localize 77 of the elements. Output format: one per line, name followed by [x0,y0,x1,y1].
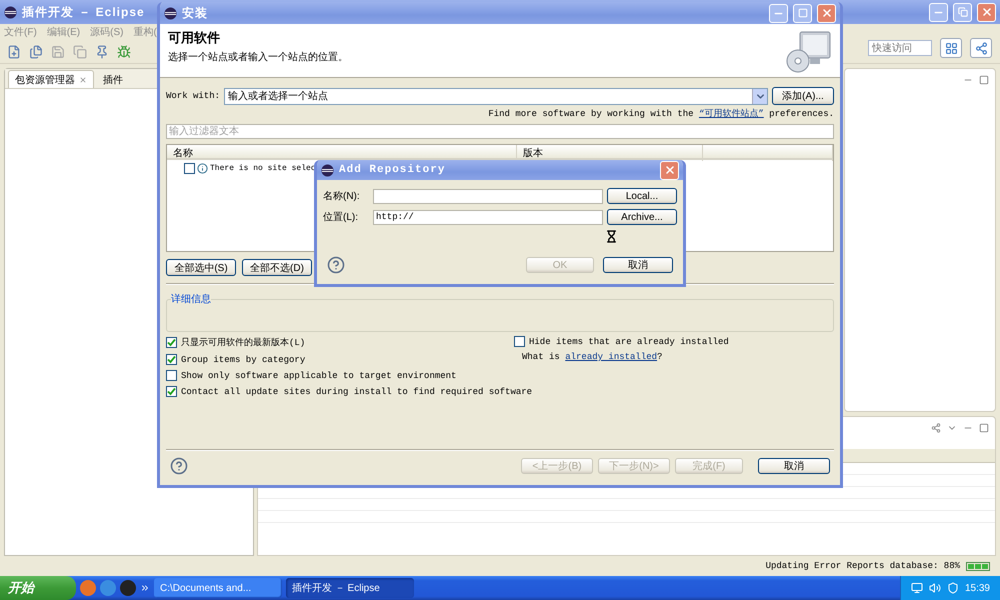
checkbox[interactable] [166,337,177,348]
files-icon[interactable] [28,44,44,60]
taskbar-button[interactable]: 插件开发 － Eclipse [286,578,414,598]
add-button[interactable]: 添加(A)... [772,87,834,105]
dialog-title: 安装 [182,4,208,22]
eclipse-logo-icon [164,6,177,20]
close-button[interactable] [817,4,836,22]
browse-button[interactable]: Local... [607,188,677,204]
close-icon [820,7,832,19]
eclipse-logo-icon [4,6,17,18]
volume-icon[interactable] [928,582,941,594]
monitor-icon[interactable] [910,582,923,594]
restore-icon [958,7,968,17]
installed-link[interactable]: already installed [565,352,658,362]
page-description: 选择一个站点或者输入一个站点的位置。 [168,50,348,64]
hourglass-icon [605,230,618,243]
dialog-title: Add Repository [339,164,446,176]
close-button[interactable] [977,2,996,22]
checkbox-label: Hide items that are already installed [529,336,729,346]
new-file-icon[interactable] [6,44,22,60]
eclipse-logo-icon [321,164,334,176]
copy-icon[interactable] [72,44,88,60]
computer-cd-drawing [786,29,832,75]
checkbox[interactable] [514,336,525,347]
close-icon [980,6,992,18]
minimize-button[interactable] [769,4,788,22]
hint-text: Find more software by working with the “可用软件站点” preferences. [487,108,834,120]
view-tab[interactable]: 插件 [96,70,130,88]
maximize-icon[interactable] [979,423,989,433]
checkbox-label: Contact all update sites during install to find required software [181,386,532,396]
save-icon[interactable] [50,44,66,60]
site-combo[interactable]: 输入或者选择一个站点 [224,88,768,104]
status-text: Updating Error Reports database: 88% [766,561,960,571]
shield-icon[interactable] [946,582,959,594]
checkbox-label: 只显示可用软件的最新版本(L) [181,336,306,349]
group-title: 详细信息 [171,292,211,306]
taskbar-button[interactable]: C:\Documents and... [154,578,282,598]
close-icon[interactable] [79,76,87,84]
bug-icon[interactable] [116,44,132,60]
checkbox[interactable] [166,386,177,397]
field-label: 名称(N): [323,190,361,203]
text-field[interactable] [373,188,603,204]
page-heading: 可用软件 [168,29,221,47]
window-title: 插件开发 － Eclipse [22,4,145,20]
checkbox[interactable] [166,354,177,365]
checkbox[interactable] [166,370,177,381]
checkbox[interactable] [184,163,195,174]
view-tab[interactable]: 包资源管理器 [8,70,94,88]
field-label: 位置(L): [323,210,359,224]
browse-button[interactable]: Archive... [607,209,677,225]
preferences-link[interactable]: “可用软件站点” [698,109,764,119]
clock: 15:39 [964,582,990,594]
chevron-icon[interactable] [140,583,150,593]
quick-access-field[interactable]: 快速访问 [868,40,932,56]
close-icon [664,164,676,176]
text-field[interactable]: http:// [373,210,603,224]
perspective-icon[interactable] [940,38,962,58]
field-label: Work with: [166,91,220,101]
filter-field[interactable]: 输入过滤器文本 [166,124,834,139]
dialog-button[interactable]: 取消 [603,257,673,273]
dropdown-button[interactable] [752,88,767,104]
question-text: What is already installed? [521,352,664,362]
wizard-button[interactable]: 取消 [758,458,830,474]
maximize-button[interactable] [793,4,812,22]
help-icon[interactable] [170,457,188,475]
select-button[interactable]: 全部选中(S) [166,259,236,276]
minimize-button[interactable] [929,2,948,22]
maximize-icon[interactable] [979,75,989,85]
select-button[interactable]: 全部不选(D) [242,259,312,276]
info-icon [197,163,208,174]
close-button[interactable] [660,160,679,180]
checkbox-label: Show only software applicable to target environment [181,370,456,380]
checkbox-label: Group items by category [181,354,306,364]
restore-button[interactable] [953,2,972,22]
progress-icon [966,562,990,570]
maximize-icon [798,8,808,18]
help-icon[interactable] [327,256,345,274]
